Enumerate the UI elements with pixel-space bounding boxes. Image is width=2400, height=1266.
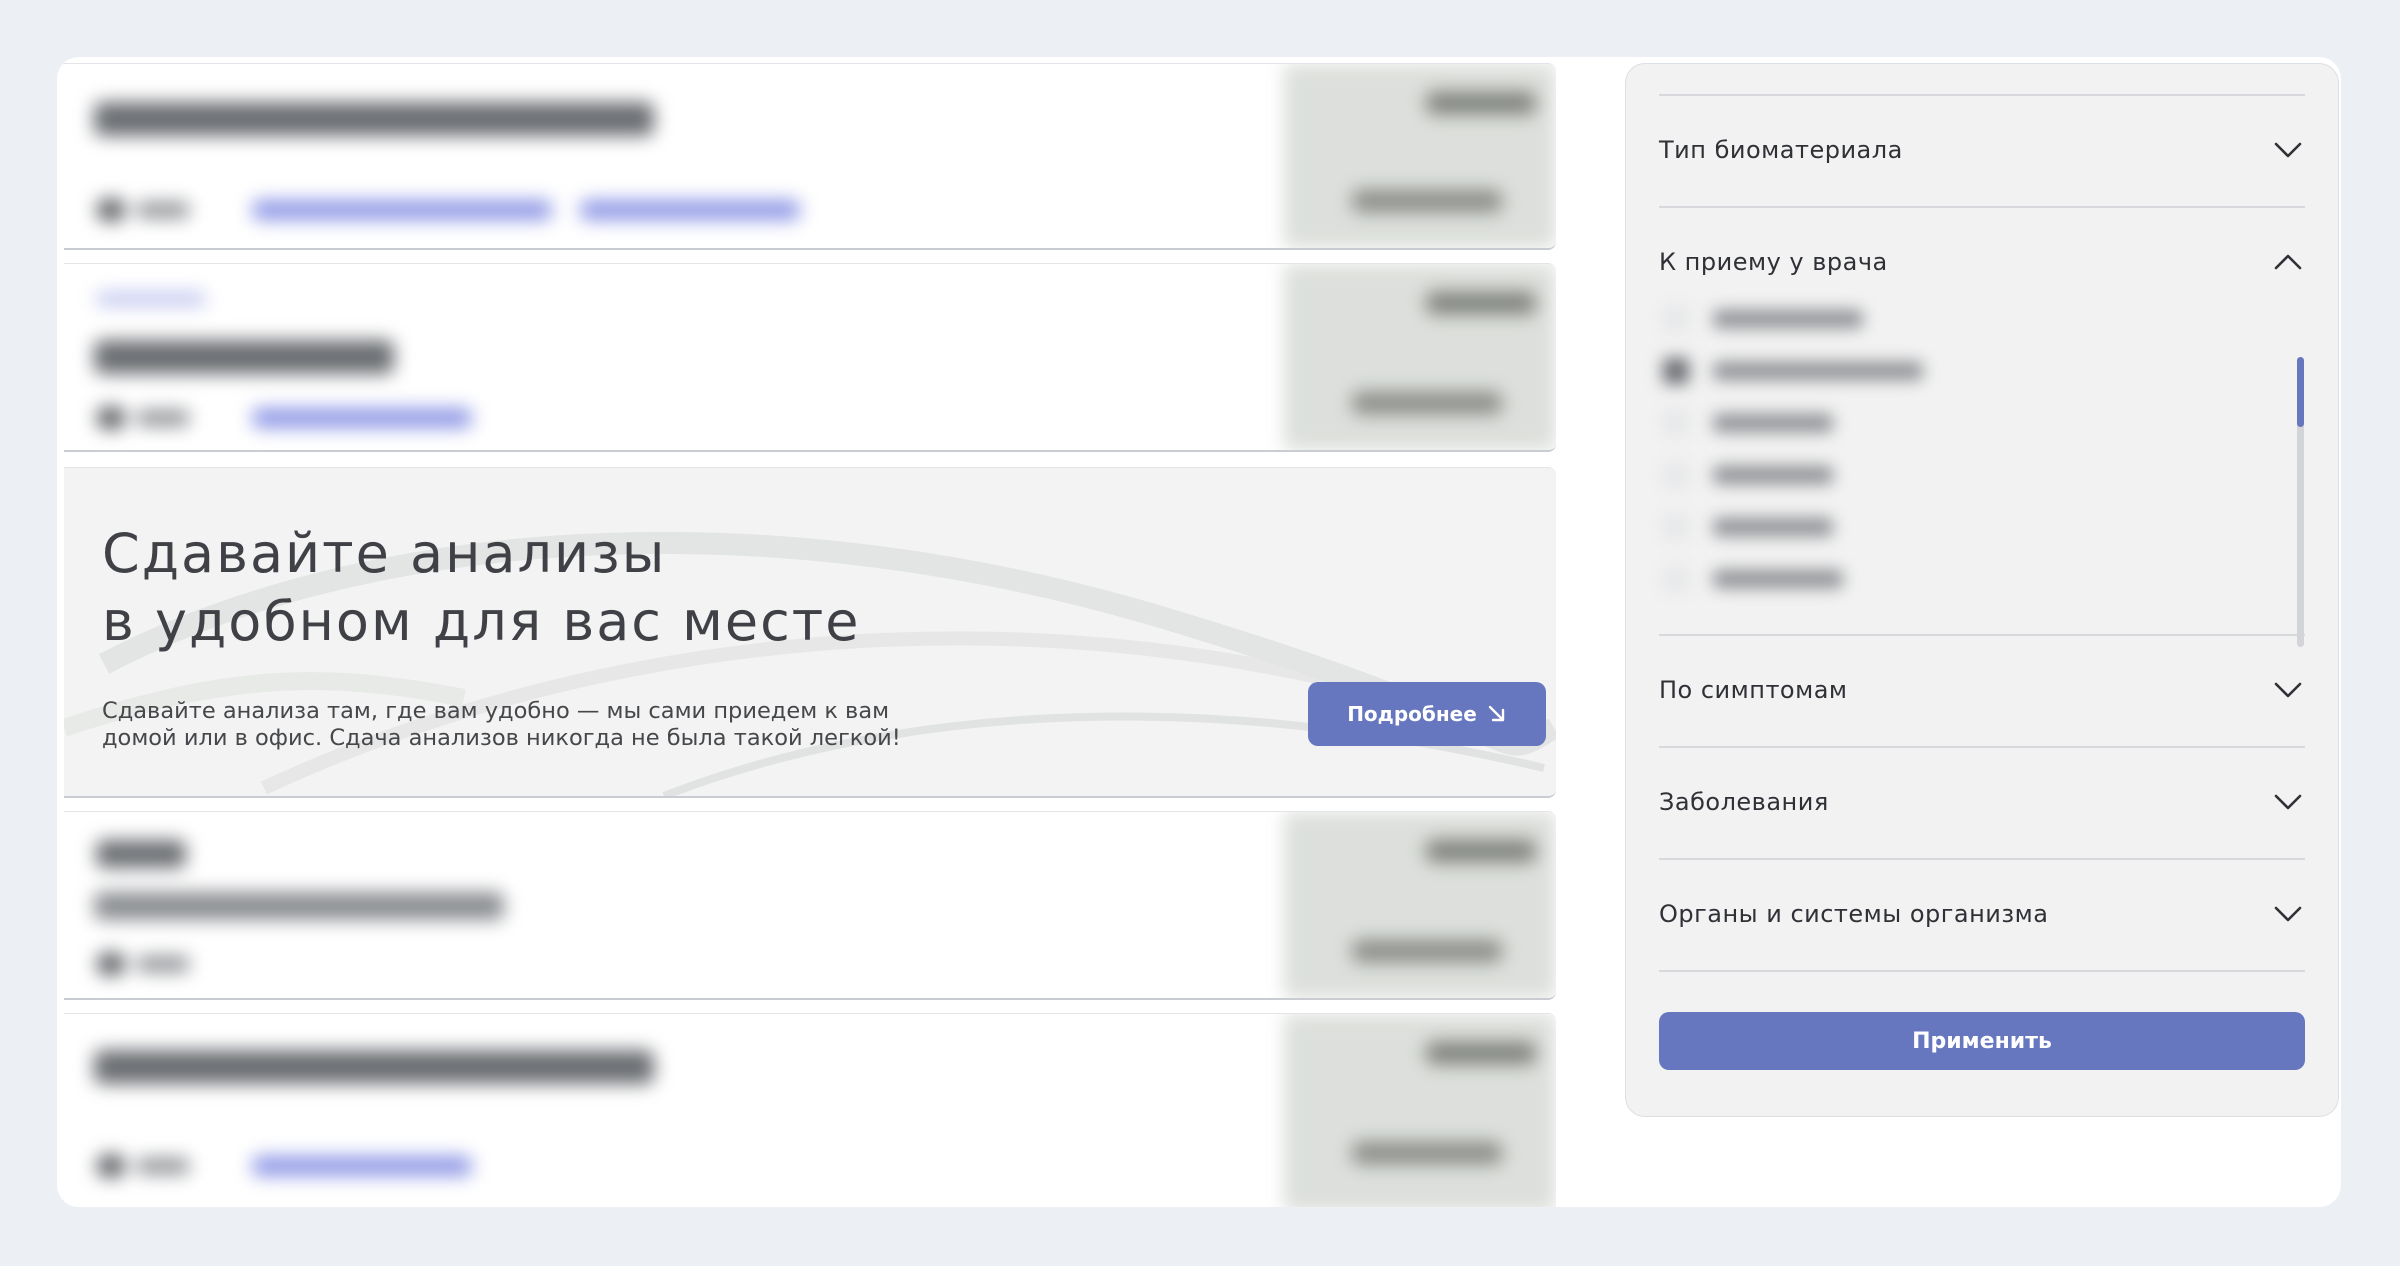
blurred-card-content xyxy=(64,812,1556,998)
blurred-card-content xyxy=(64,264,1556,450)
option-item[interactable] xyxy=(1659,408,2059,438)
promo-title: Сдавайте анализы в удобном для вас месте xyxy=(102,520,860,656)
filter-section-organs[interactable]: Органы и системы организма xyxy=(1659,890,2305,938)
product-card[interactable] xyxy=(64,263,1556,452)
promo-title-line-1: Сдавайте анализы xyxy=(102,522,667,585)
promo-description: Сдавайте анализа там, где вам удобно — м… xyxy=(102,698,901,752)
promo-title-line-2: в удобном для вас месте xyxy=(102,590,861,653)
chevron-up-icon xyxy=(2271,245,2305,279)
doctor-visit-options xyxy=(1659,304,2279,604)
filter-section-label: К приему у врача xyxy=(1659,248,1888,276)
filter-divider xyxy=(1659,634,2305,636)
filter-divider xyxy=(1659,746,2305,748)
page-frame: Сдавайте анализы в удобном для вас месте… xyxy=(57,57,2341,1207)
promo-description-line-1: Сдавайте анализа там, где вам удобно — м… xyxy=(102,698,890,724)
options-scrollbar-thumb[interactable] xyxy=(2297,357,2304,427)
product-card[interactable] xyxy=(64,811,1556,1000)
option-item[interactable] xyxy=(1659,460,2059,490)
option-item[interactable] xyxy=(1659,564,2059,594)
filter-section-diseases[interactable]: Заболевания xyxy=(1659,778,2305,826)
filter-section-label: Тип биоматериала xyxy=(1659,136,1903,164)
filter-divider xyxy=(1659,858,2305,860)
promo-more-button[interactable]: Подробнее xyxy=(1308,682,1546,746)
filter-section-label: Органы и системы организма xyxy=(1659,900,2049,928)
filter-divider xyxy=(1659,94,2305,96)
product-card[interactable] xyxy=(64,1013,1556,1207)
option-item[interactable] xyxy=(1659,356,2059,386)
blurred-card-content xyxy=(64,1014,1556,1207)
chevron-down-icon xyxy=(2271,785,2305,819)
filter-section-label: По симптомам xyxy=(1659,676,1848,704)
promo-banner: Сдавайте анализы в удобном для вас месте… xyxy=(64,467,1556,798)
filter-divider xyxy=(1659,970,2305,972)
promo-more-button-label: Подробнее xyxy=(1347,702,1477,726)
blurred-card-content xyxy=(64,64,1556,248)
filter-section-label: Заболевания xyxy=(1659,788,1829,816)
option-item[interactable] xyxy=(1659,512,2059,542)
filter-section-doctor-visit[interactable]: К приему у врача xyxy=(1659,238,2305,286)
chevron-down-icon xyxy=(2271,897,2305,931)
chevron-down-icon xyxy=(2271,673,2305,707)
filter-divider xyxy=(1659,206,2305,208)
options-scrollbar[interactable] xyxy=(2297,357,2304,647)
option-item[interactable] xyxy=(1659,304,2059,334)
filter-section-symptoms[interactable]: По симптомам xyxy=(1659,666,2305,714)
arrow-down-right-icon xyxy=(1488,705,1504,722)
filter-section-biomaterial[interactable]: Тип биоматериала xyxy=(1659,126,2305,174)
product-card[interactable] xyxy=(64,63,1556,250)
apply-filters-button[interactable]: Применить xyxy=(1659,1012,2305,1070)
chevron-down-icon xyxy=(2271,133,2305,167)
filter-panel: Тип биоматериала К приему у врача По сим… xyxy=(1625,63,2339,1117)
promo-description-line-2: домой или в офис. Сдача анализов никогда… xyxy=(102,725,901,751)
